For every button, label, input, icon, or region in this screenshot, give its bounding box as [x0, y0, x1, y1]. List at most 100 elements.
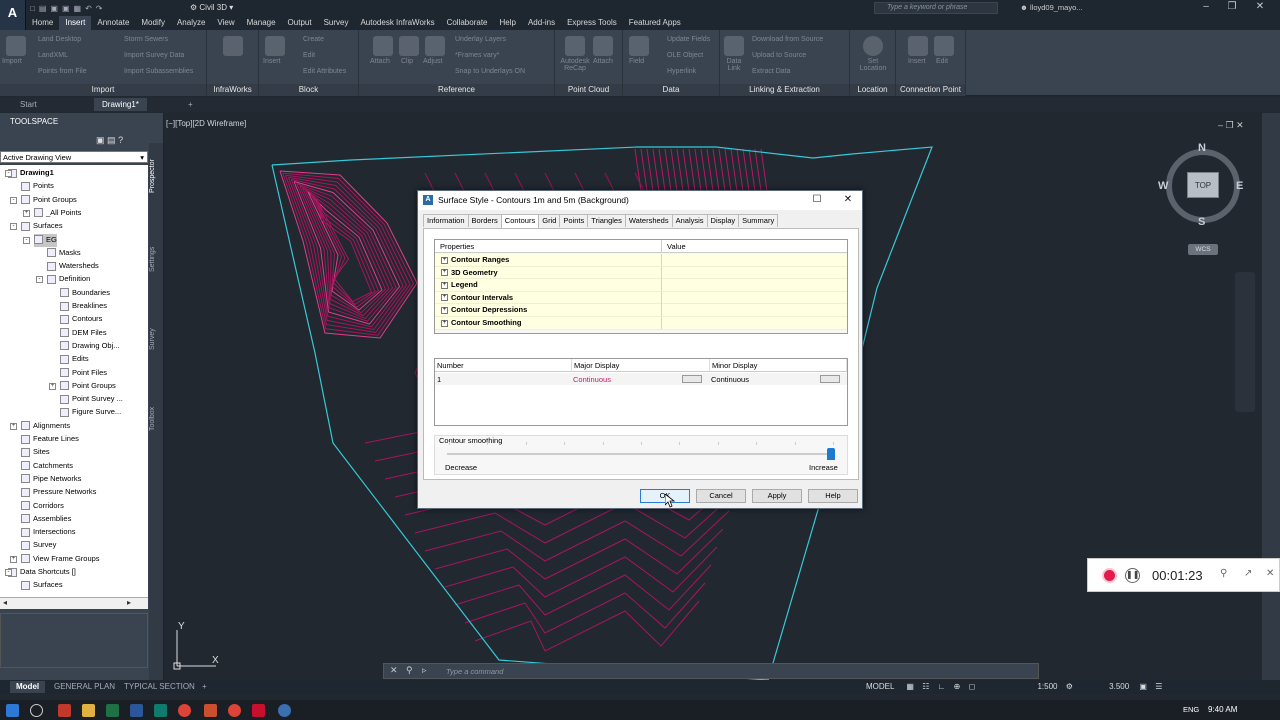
snap-icon[interactable]: ☷ [922, 682, 929, 691]
tree-item-feature-lines[interactable]: Feature Lines [21, 433, 79, 446]
item-view-icon[interactable]: ▣ [96, 135, 105, 145]
property-row-legend[interactable]: + Legend [435, 279, 847, 292]
attach-pointcloud-icon[interactable] [593, 36, 613, 56]
save-as-icon[interactable]: ▣ [62, 4, 70, 13]
compass-east[interactable]: E [1236, 180, 1243, 192]
osnap-icon[interactable]: ◻ [969, 682, 976, 691]
expand-icon[interactable]: + [10, 422, 17, 430]
globe-icon[interactable] [863, 36, 883, 56]
wcs-menu[interactable]: WCS [1188, 244, 1218, 255]
tab-model[interactable]: Model [10, 681, 46, 693]
compass-south[interactable]: S [1198, 216, 1205, 228]
infraworks-icon[interactable] [223, 36, 243, 56]
expand-icon[interactable]: + [441, 269, 448, 277]
dialog-tab-summary[interactable]: Summary [738, 214, 779, 227]
collapse-icon[interactable]: - [23, 236, 30, 244]
clip-button[interactable]: Clip [401, 58, 413, 65]
chrome-icon[interactable] [178, 704, 191, 717]
collapse-icon[interactable]: - [5, 569, 12, 576]
autocad-taskbar-icon[interactable] [252, 704, 265, 717]
polar-icon[interactable]: ⊕ [954, 682, 961, 691]
ribbon-panel-label[interactable]: Linking & Extraction [720, 84, 849, 96]
tree-item-drawing-obj[interactable]: Drawing Obj... [60, 340, 120, 353]
ribbon-panel-label[interactable]: InfraWorks [207, 84, 258, 96]
fullscreen-icon[interactable]: ▣ [1139, 682, 1147, 691]
ribbon-tab-output[interactable]: Output [282, 16, 318, 30]
ribbon-panel-label[interactable]: Reference [359, 84, 554, 96]
tree-item-catchments[interactable]: Catchments [21, 460, 73, 473]
chrome2-icon[interactable] [228, 704, 241, 717]
smoothing-slider-track[interactable] [447, 453, 833, 455]
ribbon-tab-add-ins[interactable]: Add-ins [522, 16, 561, 30]
autodesk-recap-button[interactable]: Autodesk ReCap [557, 58, 593, 72]
ribbon-tab-modify[interactable]: Modify [135, 16, 171, 30]
underlay-layers-button[interactable]: Underlay Layers [455, 36, 506, 43]
ribbon-panel-label[interactable]: Point Cloud [555, 84, 622, 96]
tree-horizontal-scrollbar[interactable]: ◂ ▸ [0, 597, 148, 609]
set-location-button[interactable]: Set Location [856, 58, 890, 72]
property-row-contour-depressions[interactable]: + Contour Depressions [435, 304, 847, 317]
dialog-tab-contours[interactable]: Contours [500, 214, 540, 228]
import-survey-data-button[interactable]: Import Survey Data [124, 52, 184, 59]
application-menu-button[interactable]: A [0, 0, 26, 34]
property-row-contour-smoothing[interactable]: + Contour Smoothing [435, 317, 847, 330]
search-input[interactable]: Type a keyword or phrase [874, 2, 998, 14]
dialog-maximize-icon[interactable]: ☐ [810, 194, 824, 205]
command-input[interactable]: Type a command [442, 666, 1036, 677]
new-tab-icon[interactable]: + [180, 98, 201, 111]
ribbon-tab-autodesk-infraworks[interactable]: Autodesk InfraWorks [354, 16, 440, 30]
collapse-icon[interactable]: - [36, 276, 43, 284]
expand-icon[interactable]: + [441, 281, 448, 289]
edit-connection-icon[interactable] [934, 36, 954, 56]
cancel-button[interactable]: Cancel [696, 489, 746, 503]
menu-icon[interactable]: ☰ [1155, 682, 1162, 691]
attach-button[interactable]: Attach [370, 58, 390, 65]
property-row-3d-geometry[interactable]: +3D Geometry [435, 266, 847, 280]
tree-item-corridors[interactable]: Corridors [21, 500, 64, 513]
collapse-icon[interactable]: - [10, 196, 17, 204]
toolspace-title[interactable]: TOOLSPACE [0, 113, 164, 129]
attach-icon[interactable] [373, 36, 393, 56]
windows-start-icon[interactable] [6, 704, 19, 717]
pause-icon[interactable]: ❚❚ [1125, 568, 1140, 583]
expand-icon[interactable]: ↗ [1244, 568, 1252, 579]
recent-commands-icon[interactable]: ▹ [422, 665, 427, 676]
ribbon-panel-label[interactable]: Block [259, 84, 358, 96]
ribbon-panel-label[interactable]: Data [623, 84, 719, 96]
major-linetype[interactable]: Continuous [573, 374, 611, 385]
tree-item-drawing1[interactable]: Drawing1 [8, 167, 54, 180]
drawing1-tab[interactable]: Drawing1* [94, 98, 147, 111]
tree-item-points[interactable]: Points [21, 180, 54, 193]
tree-item-edits[interactable]: Edits [60, 353, 89, 366]
help-button[interactable]: Help [808, 489, 858, 503]
undo-icon[interactable]: ↶ [85, 4, 92, 13]
tab-survey[interactable]: Survey [149, 321, 163, 357]
points-from-file-button[interactable]: Points from File [38, 68, 87, 75]
dialog-tab-grid[interactable]: Grid [538, 214, 561, 227]
dialog-tab-analysis[interactable]: Analysis [671, 214, 708, 227]
expand-icon[interactable]: + [23, 209, 30, 217]
dialog-tab-triangles[interactable]: Triangles [587, 214, 626, 227]
app2-icon[interactable] [154, 704, 167, 717]
word-icon[interactable] [130, 704, 143, 717]
excel-icon[interactable] [106, 704, 119, 717]
gear-icon[interactable]: ⚙ [1066, 682, 1073, 691]
import-subassemblies-button[interactable]: Import Subassemblies [124, 68, 193, 75]
annotation-scale[interactable]: 1:500 [1037, 682, 1057, 691]
viewport-controls[interactable]: [−][Top][2D Wireframe] [166, 119, 246, 128]
tree-item-point-files[interactable]: Point Files [60, 367, 107, 380]
user-account[interactable]: ☻ lloyd09_mayo... [1020, 3, 1083, 12]
property-row-contour-ranges[interactable]: + Contour Ranges [435, 254, 847, 267]
dialog-tab-watersheds[interactable]: Watersheds [624, 214, 673, 227]
create-block-button[interactable]: Create [303, 36, 324, 43]
download-from-source-button[interactable]: Download from Source [752, 36, 823, 43]
major-linetype-picker-icon[interactable] [682, 375, 702, 383]
ortho-icon[interactable]: ∟ [938, 682, 946, 691]
ribbon-tab-insert[interactable]: Insert [59, 16, 92, 30]
tree-item-definition[interactable]: Definition [47, 273, 90, 286]
collapse-icon[interactable]: - [10, 223, 17, 231]
storm-sewers-button[interactable]: Storm Sewers [124, 36, 168, 43]
tree-item-alignments[interactable]: Alignments [21, 420, 70, 433]
help-icon[interactable]: ? [118, 135, 123, 145]
upload-to-source-button[interactable]: Upload to Source [752, 52, 806, 59]
